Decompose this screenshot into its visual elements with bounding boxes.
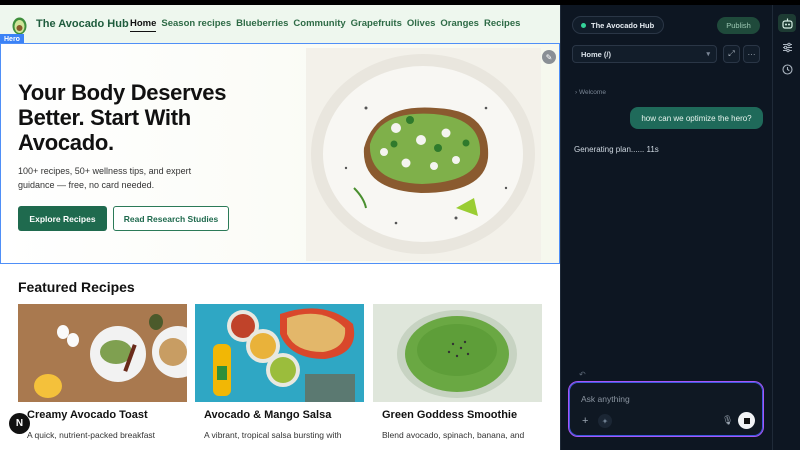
- settings-sliders-icon[interactable]: [778, 38, 796, 56]
- mango-salsa-image: [195, 304, 364, 402]
- nav-link-recipes[interactable]: Recipes: [484, 18, 520, 32]
- chat-input-placeholder[interactable]: Ask anything: [581, 394, 630, 404]
- generation-status: Generating plan...... 11s: [574, 145, 659, 154]
- hero-headline: Your Body Deserves Better. Start With Av…: [18, 80, 227, 155]
- nav-link-oranges[interactable]: Oranges: [440, 18, 479, 32]
- recipe-card-mango-salsa[interactable]: Avocado & Mango Salsa A vibrant, tropica…: [195, 304, 364, 450]
- avocado-logo-icon: [12, 17, 27, 35]
- publish-button[interactable]: Publish: [717, 17, 760, 34]
- ai-editor-panel: The Avocado Hub Publish Home (/) ▾ ⤢ ···…: [560, 5, 772, 450]
- featured-recipes-heading: Featured Recipes: [18, 279, 135, 295]
- user-message-bubble: how can we optimize the hero?: [630, 107, 763, 129]
- hero-subtext: 100+ recipes, 50+ wellness tips, and exp…: [18, 166, 192, 190]
- read-research-button[interactable]: Read Research Studies: [113, 206, 229, 231]
- stop-generation-button[interactable]: [738, 412, 755, 429]
- expand-icon[interactable]: ⤢: [723, 45, 740, 63]
- recipe-card-title: Avocado & Mango Salsa: [204, 409, 332, 421]
- avocado-toast-image: [18, 304, 187, 402]
- route-value: Home (/): [581, 49, 611, 59]
- more-options-icon[interactable]: ···: [743, 45, 760, 63]
- chevron-down-icon: ▾: [706, 51, 710, 58]
- nav-link-olives[interactable]: Olives: [407, 18, 436, 32]
- edit-section-icon[interactable]: ✎: [542, 50, 556, 64]
- status-dot-icon: [581, 22, 586, 28]
- nav-links: Home Season recipes Blueberries Communit…: [130, 18, 520, 32]
- recipe-card-desc: A quick, nutrient-packed breakfast: [27, 430, 156, 440]
- welcome-text: Welcome: [578, 89, 606, 96]
- ai-agent-icon[interactable]: [778, 14, 796, 32]
- nav-link-season-recipes[interactable]: Season recipes: [161, 18, 231, 32]
- route-select[interactable]: Home (/) ▾: [572, 45, 717, 63]
- welcome-label: › Welcome: [575, 89, 606, 96]
- project-name: The Avocado Hub: [591, 20, 655, 30]
- history-clock-icon[interactable]: [778, 60, 796, 78]
- site-preview: The Avocado Hub Home Season recipes Blue…: [0, 5, 560, 450]
- explore-recipes-button[interactable]: Explore Recipes: [18, 206, 107, 231]
- recipe-card-desc: Blend avocado, spinach, banana, and: [382, 430, 525, 440]
- recipe-card-green-smoothie[interactable]: Green Goddess Smoothie Blend avocado, sp…: [373, 304, 542, 450]
- project-switcher[interactable]: The Avocado Hub: [572, 16, 664, 34]
- add-attachment-icon[interactable]: +: [582, 415, 588, 427]
- hero-section[interactable]: Your Body Deserves Better. Start With Av…: [0, 43, 560, 264]
- green-smoothie-image: [373, 304, 542, 402]
- recipe-card-avocado-toast[interactable]: Creamy Avocado Toast A quick, nutrient-p…: [18, 304, 187, 450]
- dev-tools-badge[interactable]: N: [9, 413, 30, 434]
- sparkle-icon[interactable]: ✦: [598, 414, 612, 428]
- nav-link-community[interactable]: Community: [293, 18, 345, 32]
- avocado-toast-plate-image: [306, 48, 541, 261]
- undo-icon[interactable]: ↶: [579, 370, 586, 379]
- nav-link-grapefruits[interactable]: Grapefruits: [351, 18, 402, 32]
- stop-icon: [743, 417, 750, 424]
- right-toolbar: [772, 5, 800, 450]
- recipe-card-title: Green Goddess Smoothie: [382, 409, 518, 421]
- nav-link-home[interactable]: Home: [130, 18, 157, 32]
- site-brand[interactable]: The Avocado Hub: [36, 18, 129, 30]
- nav-link-blueberries[interactable]: Blueberries: [236, 18, 288, 32]
- site-navbar: The Avocado Hub Home Season recipes Blue…: [0, 5, 560, 43]
- microphone-icon[interactable]: 🎙︎: [722, 415, 733, 426]
- recipe-card-title: Creamy Avocado Toast: [27, 409, 148, 421]
- chat-input-box[interactable]: Ask anything + ✦ 🎙︎: [568, 381, 764, 437]
- recipe-card-desc: A vibrant, tropical salsa bursting with: [204, 430, 342, 440]
